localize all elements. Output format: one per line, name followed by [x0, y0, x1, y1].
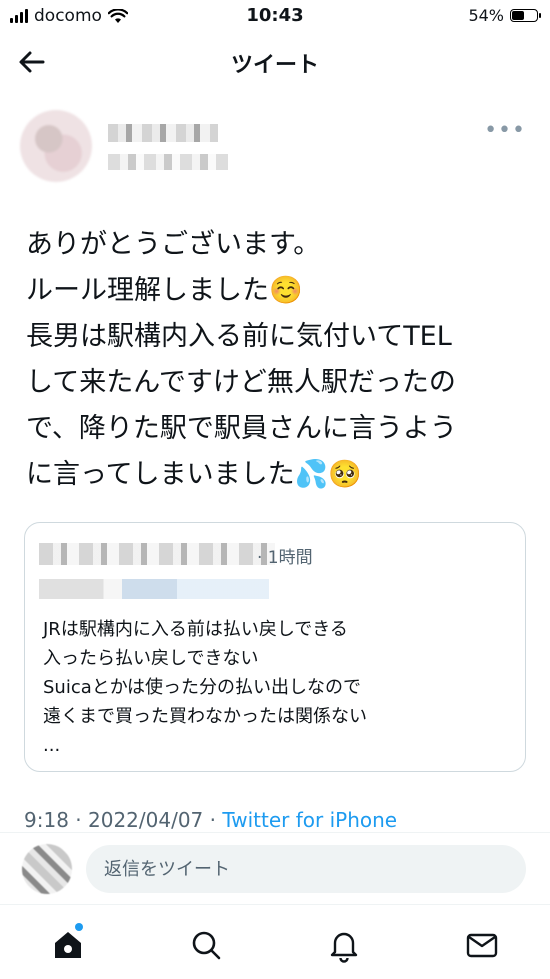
quoted-text: JRは駅構内に入る前は払い戻しできる 入ったら払い戻しできない Suicaとかは…: [43, 619, 367, 756]
status-right: 54%: [468, 6, 541, 25]
reply-input[interactable]: [86, 845, 526, 893]
quoted-time: · 1時間: [257, 548, 313, 568]
quoted-tweet[interactable]: · 1時間 JRは駅構内に入る前は払い戻しできる 入ったら払い戻しできない Su…: [24, 522, 526, 772]
meta-separator: ·: [75, 808, 88, 832]
tab-bar: [0, 904, 550, 979]
reply-bar: [0, 836, 550, 902]
my-avatar[interactable]: [22, 844, 72, 894]
tweet-time: 9:18: [24, 808, 69, 832]
more-horizontal-icon[interactable]: •••: [484, 120, 526, 142]
quoted-handle-redacted: [39, 579, 269, 599]
battery-icon: [510, 9, 541, 22]
tab-search[interactable]: [186, 925, 226, 965]
battery-percent: 54%: [468, 6, 504, 25]
tweet-date: 2022/04/07: [88, 808, 204, 832]
tab-notifications[interactable]: [324, 925, 364, 965]
tweet-text: ありがとうございます。 ルール理解しました☺️ 長男は駅構内入る前に気付いてTE…: [26, 229, 457, 490]
tweet-source-link[interactable]: Twitter for iPhone: [222, 808, 397, 832]
home-icon: [55, 932, 81, 958]
meta-separator: ·: [209, 808, 223, 832]
tweet-meta: 9:18 · 2022/04/07 · Twitter for iPhone: [24, 808, 397, 832]
page-title: ツイート: [230, 53, 319, 78]
nav-bar: ツイート: [0, 34, 550, 90]
notifications-icon: [330, 932, 358, 963]
tab-messages[interactable]: [462, 925, 502, 965]
author-handle-redacted: [108, 154, 228, 170]
messages-icon: [466, 933, 498, 958]
quoted-author-redacted: [39, 543, 275, 565]
tab-home[interactable]: [48, 923, 88, 965]
avatar[interactable]: [20, 110, 92, 182]
notification-dot: [75, 923, 83, 931]
divider: [0, 832, 550, 833]
tweet-author: •••: [20, 110, 530, 190]
author-name-redacted[interactable]: [108, 124, 218, 142]
status-bar: docomo 10:43 54%: [0, 0, 550, 34]
search-icon: [192, 931, 221, 960]
battery-level: [512, 11, 525, 20]
